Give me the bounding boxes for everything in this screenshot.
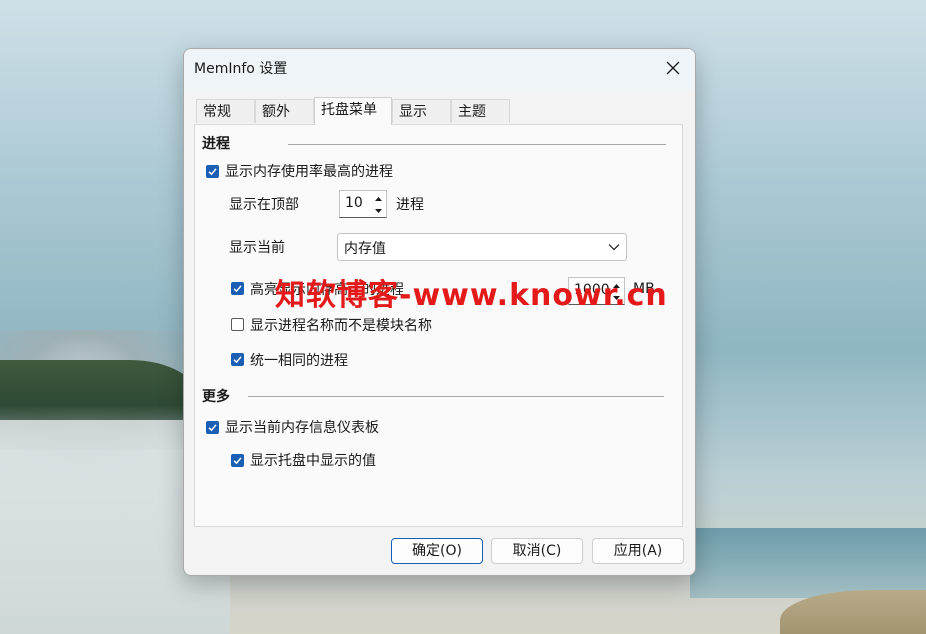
highlight-threshold-stepper[interactable]: 1000 [568,277,625,305]
wallpaper-sea [690,528,926,598]
close-button[interactable] [657,54,689,82]
decrement-button[interactable] [611,291,622,302]
checkmark-icon [208,424,217,432]
show-dashboard-checkbox[interactable] [206,421,219,434]
show-current-value: 内存值 [344,241,386,257]
unify-same-checkbox[interactable] [231,353,244,366]
settings-dialog: MemInfo 设置 常规 额外 托盘菜单 显示 主题 进程 显示内存使用率最高… [183,48,696,576]
increment-button[interactable] [611,280,622,291]
arrow-down-icon [375,209,382,213]
show-dashboard-label: 显示当前内存信息仪表板 [225,420,379,436]
increment-button[interactable] [373,193,384,204]
top-count-stepper[interactable]: 10 [339,190,387,218]
highlight-label: 高亮显示内存高于的进程 [250,282,404,298]
show-process-name-label: 显示进程名称而不是模块名称 [250,318,432,334]
show-tray-values-label: 显示托盘中显示的值 [250,453,376,469]
decrement-button[interactable] [373,204,384,215]
more-section-title: 更多 [202,389,230,405]
show-top-process-label: 显示内存使用率最高的进程 [225,164,393,180]
cancel-button[interactable]: 取消(C) [491,538,583,564]
processes-divider [288,144,666,145]
show-current-dropdown[interactable]: 内存值 [337,233,627,261]
ok-button[interactable]: 确定(O) [391,538,483,564]
tab-display[interactable]: 显示 [392,99,451,123]
close-icon [666,61,680,75]
show-top-process-checkbox[interactable] [206,165,219,178]
chevron-down-icon [608,244,620,251]
tab-general[interactable]: 常规 [196,99,255,123]
tray-menu-panel: 进程 显示内存使用率最高的进程 显示在顶部 10 进程 显示当前 内存值 高亮显… [194,124,683,527]
unify-same-label: 统一相同的进程 [250,353,348,369]
highlight-arrows [611,280,622,302]
show-current-label: 显示当前 [229,240,285,256]
checkmark-icon [233,356,242,364]
more-divider [248,396,664,397]
title-bar: MemInfo 设置 [184,49,695,89]
window-title: MemInfo 设置 [194,61,288,77]
checkmark-icon [208,168,217,176]
tab-extra[interactable]: 额外 [255,99,314,123]
checkmark-icon [233,457,242,465]
show-process-name-checkbox[interactable] [231,318,244,331]
top-count-value: 10 [345,195,363,211]
highlight-checkbox[interactable] [231,282,244,295]
checkmark-icon [233,285,242,293]
tab-tray-menu[interactable]: 托盘菜单 [314,97,392,125]
highlight-unit: MB [633,281,655,297]
top-count-arrows [373,193,384,215]
highlight-threshold-value: 1000 [574,282,610,298]
show-top-suffix: 进程 [396,197,424,213]
tab-theme[interactable]: 主题 [451,99,510,123]
apply-button[interactable]: 应用(A) [592,538,684,564]
show-tray-values-checkbox[interactable] [231,454,244,467]
arrow-down-icon [613,296,620,300]
processes-section-title: 进程 [202,136,230,152]
show-top-label: 显示在顶部 [229,197,299,213]
